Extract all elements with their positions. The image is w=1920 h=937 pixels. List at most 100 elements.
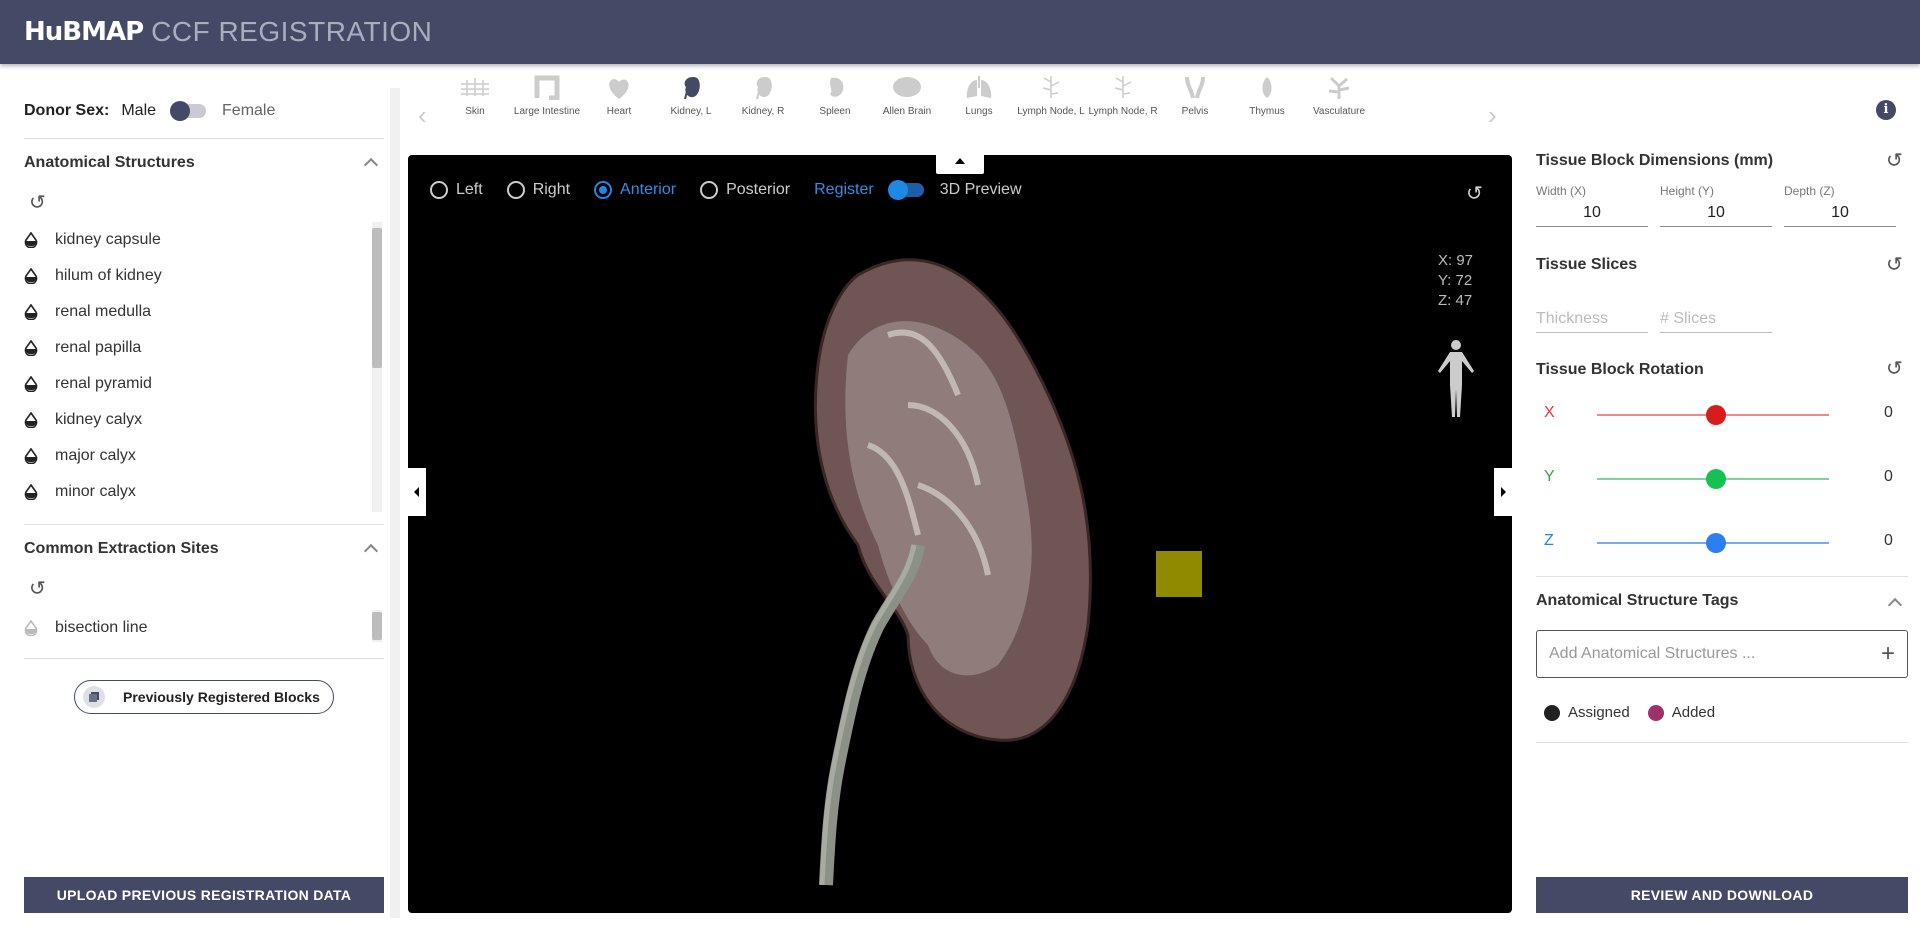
organ-heart[interactable]: Heart (583, 74, 655, 118)
organ-label: Lungs (965, 106, 993, 117)
reset-view-icon[interactable]: ↺ (1466, 181, 1483, 206)
slider-thumb[interactable] (1706, 405, 1726, 425)
slider-thumb[interactable] (1706, 533, 1726, 553)
reset-slices-icon[interactable]: ↺ (1886, 252, 1903, 277)
list-item[interactable]: renal papilla (24, 330, 364, 366)
list-item[interactable]: renal medulla (24, 294, 364, 330)
radio-icon[interactable] (506, 181, 525, 199)
slider-thumb[interactable] (1706, 469, 1726, 489)
radio-icon[interactable] (594, 181, 613, 199)
opacity-icon[interactable] (24, 232, 38, 248)
rotation-x-slider[interactable]: X 0 (1536, 400, 1920, 430)
pelvis-icon (1185, 76, 1205, 99)
organ-kidney-right[interactable]: Kidney, R (727, 74, 799, 118)
organ-label: Heart (606, 106, 632, 117)
chevron-right-icon[interactable]: › (1488, 100, 1497, 131)
slices-count-input[interactable]: # Slices (1660, 310, 1772, 333)
opacity-icon[interactable] (24, 412, 38, 428)
assigned-dot (1544, 704, 1560, 721)
view-posterior-radio[interactable]: Posterior (700, 181, 790, 199)
preview-label: 3D Preview (939, 181, 1022, 198)
reset-rotation-icon[interactable]: ↺ (1886, 356, 1903, 381)
viewport-collapse-top-button[interactable] (936, 152, 984, 174)
opacity-icon[interactable] (24, 340, 38, 356)
view-left-radio[interactable]: Left (430, 181, 483, 199)
sites-scrollbar[interactable] (372, 610, 382, 642)
thickness-input[interactable]: Thickness (1536, 310, 1648, 333)
chevron-up-icon[interactable] (1887, 597, 1903, 613)
app-header: HuBMAP CCF REGISTRATION (0, 0, 1920, 64)
list-item[interactable]: bisection line (24, 610, 364, 646)
male-label: Male (121, 102, 157, 119)
left-panel: Donor Sex: Male Female Anatomical Struct… (0, 64, 390, 937)
list-item[interactable]: kidney capsule (24, 222, 364, 258)
organ-pelvis[interactable]: Pelvis (1159, 74, 1231, 118)
opacity-icon[interactable] (24, 484, 38, 500)
right-panel-toggle-button[interactable] (1494, 468, 1512, 516)
reset-dimensions-icon[interactable]: ↺ (1886, 148, 1903, 173)
rotation-y-slider[interactable]: Y 0 (1536, 464, 1920, 494)
chevron-up-icon[interactable] (363, 543, 379, 559)
add-icon[interactable]: + (1881, 640, 1895, 668)
3d-viewport[interactable]: Left Right Anterior Posterior Register 3… (408, 155, 1512, 913)
depth-value[interactable]: 10 (1784, 198, 1896, 227)
hubmap-logo[interactable]: HuBMAP (24, 17, 144, 47)
anatomical-structures-list: kidney capsule hilum of kidney renal med… (24, 222, 364, 510)
view-right-radio[interactable]: Right (506, 181, 570, 199)
width-value[interactable]: 10 (1536, 198, 1648, 227)
reset-icon[interactable]: ↺ (29, 190, 46, 215)
view-anterior-radio[interactable]: Anterior (594, 181, 676, 199)
list-item[interactable]: minor calyx (24, 474, 364, 510)
upload-registration-button[interactable]: UPLOAD PREVIOUS REGISTRATION DATA (24, 877, 384, 913)
organ-spleen[interactable]: Spleen (799, 74, 871, 118)
list-item[interactable]: renal pyramid (24, 366, 364, 402)
organ-label: Pelvis (1181, 106, 1209, 117)
opacity-icon[interactable] (24, 268, 38, 284)
opacity-icon[interactable] (24, 620, 38, 636)
chevron-up-icon[interactable] (363, 157, 379, 173)
height-field[interactable]: Height (Y) 10 (1660, 184, 1772, 227)
organ-vasculature[interactable]: Vasculature (1303, 74, 1375, 118)
organ-lungs[interactable]: Lungs (943, 74, 1015, 118)
organ-kidney-left[interactable]: Kidney, L (655, 74, 727, 118)
organ-lymph-node-right[interactable]: Lymph Node, R (1087, 74, 1159, 118)
anatomical-structures-header[interactable]: Anatomical Structures (24, 154, 384, 173)
organ-lymph-node-left[interactable]: Lymph Node, L (1015, 74, 1087, 118)
opacity-icon[interactable] (24, 376, 38, 392)
structure-label: renal papilla (55, 339, 142, 356)
organ-label: Skin (465, 106, 485, 117)
tags-input[interactable]: Add Anatomical Structures ... + (1536, 630, 1908, 678)
extraction-sites-header[interactable]: Common Extraction Sites (24, 540, 384, 559)
chevron-left-icon[interactable]: ‹ (418, 100, 427, 131)
organ-label: Allen Brain (882, 106, 932, 117)
list-item[interactable]: major calyx (24, 438, 364, 474)
reset-icon[interactable]: ↺ (29, 576, 46, 601)
radio-icon[interactable] (700, 181, 719, 199)
divider (1536, 742, 1908, 743)
organ-large-intestine[interactable]: Large Intestine (511, 74, 583, 118)
organ-thymus[interactable]: Thymus (1231, 74, 1303, 118)
list-item[interactable]: hilum of kidney (24, 258, 364, 294)
tissue-block[interactable] (1156, 551, 1202, 597)
review-download-button[interactable]: REVIEW AND DOWNLOAD (1536, 877, 1908, 913)
kidney-model[interactable] (738, 245, 1138, 895)
body-orientation-icon[interactable] (1426, 337, 1486, 421)
register-preview-toggle[interactable] (887, 180, 924, 200)
height-value[interactable]: 10 (1660, 198, 1772, 227)
rotation-z-slider[interactable]: Z 0 (1536, 528, 1920, 558)
left-panel-toggle-button[interactable] (408, 468, 426, 516)
width-field[interactable]: Width (X) 10 (1536, 184, 1648, 227)
donor-sex-toggle[interactable] (170, 101, 207, 121)
structures-scrollbar[interactable] (372, 222, 382, 512)
previously-registered-blocks-button[interactable]: Previously Registered Blocks (74, 680, 334, 714)
organ-skin[interactable]: Skin (439, 74, 511, 118)
radio-icon[interactable] (430, 181, 448, 199)
list-item[interactable]: kidney calyx (24, 402, 364, 438)
panel-splitter[interactable] (390, 88, 400, 918)
organ-allen-brain[interactable]: Allen Brain (871, 74, 943, 118)
opacity-icon[interactable] (24, 304, 38, 320)
opacity-icon[interactable] (24, 448, 38, 464)
rotation-y-label: Y (1544, 468, 1555, 485)
depth-field[interactable]: Depth (Z) 10 (1784, 184, 1896, 227)
organ-label: Lymph Node, R (1088, 106, 1158, 117)
